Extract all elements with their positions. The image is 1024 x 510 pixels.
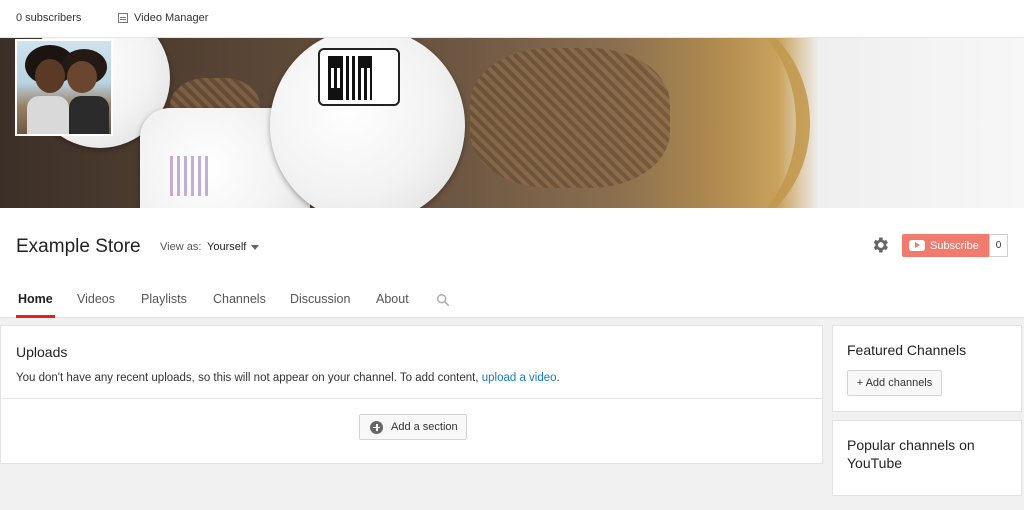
uploads-title: Uploads — [16, 344, 68, 360]
subscribe-count: 0 — [989, 234, 1008, 257]
tab-about[interactable]: About — [376, 292, 409, 318]
top-bar: 0 subscribers Video Manager — [0, 0, 1024, 38]
gear-icon[interactable] — [870, 235, 890, 255]
uploads-section: Uploads You don't have any recent upload… — [0, 325, 823, 464]
divider — [1, 398, 822, 399]
banner-label — [170, 156, 210, 196]
qr-tag — [318, 48, 400, 106]
plus-circle-icon — [370, 420, 383, 434]
qr-code-icon — [328, 56, 372, 100]
subscribe-label: Subscribe — [930, 239, 979, 252]
chevron-down-icon[interactable] — [251, 245, 259, 250]
subscriber-count-text: 0 subscribers — [16, 12, 82, 24]
add-channels-button[interactable]: + Add channels — [847, 370, 942, 396]
avatar-body — [27, 96, 69, 134]
uploads-message-end: . — [556, 372, 560, 384]
tab-playlists[interactable]: Playlists — [141, 292, 187, 318]
featured-channels-card: Featured Channels + Add channels — [832, 325, 1022, 412]
avatar-face — [35, 59, 65, 93]
featured-channels-title: Featured Channels — [847, 342, 967, 358]
view-as-label: View as: — [160, 241, 202, 253]
popular-channels-card: Popular channels on YouTube — [832, 420, 1022, 496]
upload-video-link[interactable]: upload a video — [482, 372, 557, 384]
channel-tabs: Home Videos Playlists Channels Discussio… — [0, 292, 1024, 318]
add-section-button[interactable]: Add a section — [359, 414, 467, 440]
channel-avatar[interactable] — [15, 39, 113, 136]
video-manager-icon — [118, 13, 128, 23]
view-as-dropdown[interactable]: Yourself — [207, 241, 246, 253]
uploads-message: You don't have any recent uploads, so th… — [16, 372, 560, 384]
video-manager-label: Video Manager — [134, 12, 209, 24]
popular-channels-title: Popular channels on YouTube — [847, 437, 975, 471]
tab-discussion[interactable]: Discussion — [290, 292, 350, 318]
uploads-message-text: You don't have any recent uploads, so th… — [16, 372, 479, 384]
subscribe-button[interactable]: Subscribe — [902, 234, 990, 257]
youtube-play-icon — [909, 240, 925, 251]
video-manager-link[interactable]: Video Manager — [118, 12, 208, 24]
tab-videos[interactable]: Videos — [77, 292, 115, 318]
add-section-label: Add a section — [391, 421, 458, 433]
banner-shred — [470, 48, 670, 188]
tab-home[interactable]: Home — [16, 292, 55, 318]
channel-name: Example Store — [16, 236, 141, 257]
tab-channels[interactable]: Channels — [213, 292, 266, 318]
avatar-body — [69, 96, 109, 134]
channel-banner — [0, 38, 1024, 208]
search-icon[interactable] — [436, 293, 450, 307]
channel-header: Example Store View as: Yourself Subscrib… — [0, 208, 1024, 318]
avatar-face — [67, 61, 97, 93]
